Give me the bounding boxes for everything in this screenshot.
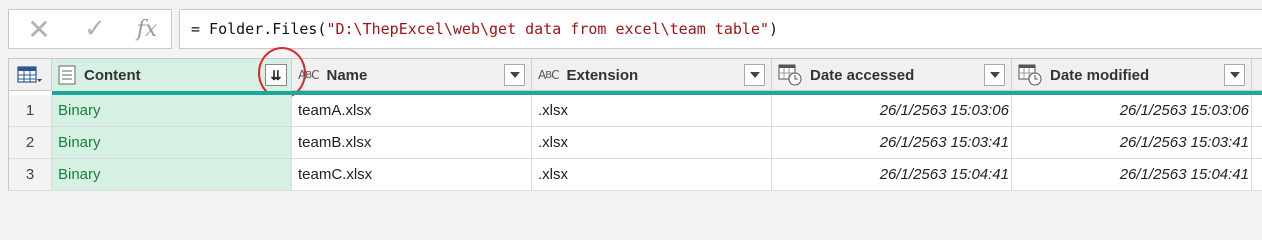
filter-dropdown-extension[interactable] [744, 64, 765, 86]
cell-date-accessed[interactable]: 26/1/2563 15:03:06 [772, 95, 1012, 126]
table-row: 2 Binary teamB.xlsx .xlsx 26/1/2563 15:0… [9, 127, 1262, 159]
column-header-name[interactable]: ABC Name [292, 59, 532, 91]
table-row: 3 Binary teamC.xlsx .xlsx 26/1/2563 15:0… [9, 159, 1262, 191]
text-type-icon: ABC [538, 68, 560, 82]
column-label-date-modified: Date modified [1050, 66, 1150, 84]
column-header-extension[interactable]: ABC Extension [532, 59, 772, 91]
cell-date-accessed[interactable]: 26/1/2563 15:03:41 [772, 127, 1012, 158]
column-header-date-accessed[interactable]: Date accessed [772, 59, 1012, 91]
column-header-content[interactable]: Content ⇊ [52, 47, 306, 99]
binary-link[interactable]: Binary [52, 127, 292, 158]
text-type-icon: ABC [298, 68, 320, 82]
formula-bar-buttons: ✕ ✓ fx [8, 9, 172, 49]
cell-name[interactable]: teamB.xlsx [292, 127, 532, 158]
row-number[interactable]: 2 [9, 127, 52, 158]
cell-name[interactable]: teamA.xlsx [292, 95, 532, 126]
column-label-extension: Extension [566, 66, 639, 84]
datetime-type-icon [1018, 64, 1042, 86]
filter-dropdown-name[interactable] [504, 64, 525, 86]
column-header-row: Content ⇊ ABC Name ABC Extension Date ac… [9, 47, 1262, 99]
cell-date-modified[interactable]: 26/1/2563 15:03:06 [1012, 95, 1252, 126]
table-row: 1 Binary teamA.xlsx .xlsx 26/1/2563 15:0… [9, 95, 1262, 127]
close-icon[interactable]: ✕ [19, 10, 59, 48]
cell-date-modified[interactable]: 26/1/2563 15:04:41 [1012, 159, 1252, 190]
formula-path-string: "D:\ThepExcel\web\get data from excel\te… [326, 20, 769, 38]
formula-input[interactable]: = Folder.Files("D:\ThepExcel\web\get dat… [179, 9, 1262, 49]
filter-dropdown-date-modified[interactable] [1224, 64, 1245, 86]
cell-date-accessed[interactable]: 26/1/2563 15:04:41 [772, 159, 1012, 190]
cell-extension[interactable]: .xlsx [532, 127, 772, 158]
cell-date-modified[interactable]: 26/1/2563 15:03:41 [1012, 127, 1252, 158]
cell-name[interactable]: teamC.xlsx [292, 159, 532, 190]
formula-prefix: = Folder.Files( [191, 20, 327, 38]
datetime-type-icon [778, 64, 802, 86]
filter-dropdown-date-accessed[interactable] [984, 64, 1005, 86]
cell-extension[interactable]: .xlsx [532, 95, 772, 126]
table-menu-icon [17, 66, 42, 83]
check-icon[interactable]: ✓ [75, 10, 115, 48]
list-icon [58, 65, 76, 85]
row-number[interactable]: 1 [9, 95, 52, 126]
column-header-date-modified[interactable]: Date modified [1012, 59, 1252, 91]
binary-link[interactable]: Binary [52, 159, 292, 190]
table-menu-button[interactable] [9, 59, 52, 91]
cell-extension[interactable]: .xlsx [532, 159, 772, 190]
data-grid: Content ⇊ ABC Name ABC Extension Date ac… [8, 47, 1262, 191]
column-label-content: Content [84, 66, 141, 84]
fx-label: fx [136, 16, 158, 42]
column-label-name: Name [326, 66, 368, 84]
column-label-date-accessed: Date accessed [810, 66, 915, 84]
binary-link[interactable]: Binary [52, 95, 292, 126]
formula-suffix: ) [768, 20, 779, 38]
row-number[interactable]: 3 [9, 159, 52, 190]
